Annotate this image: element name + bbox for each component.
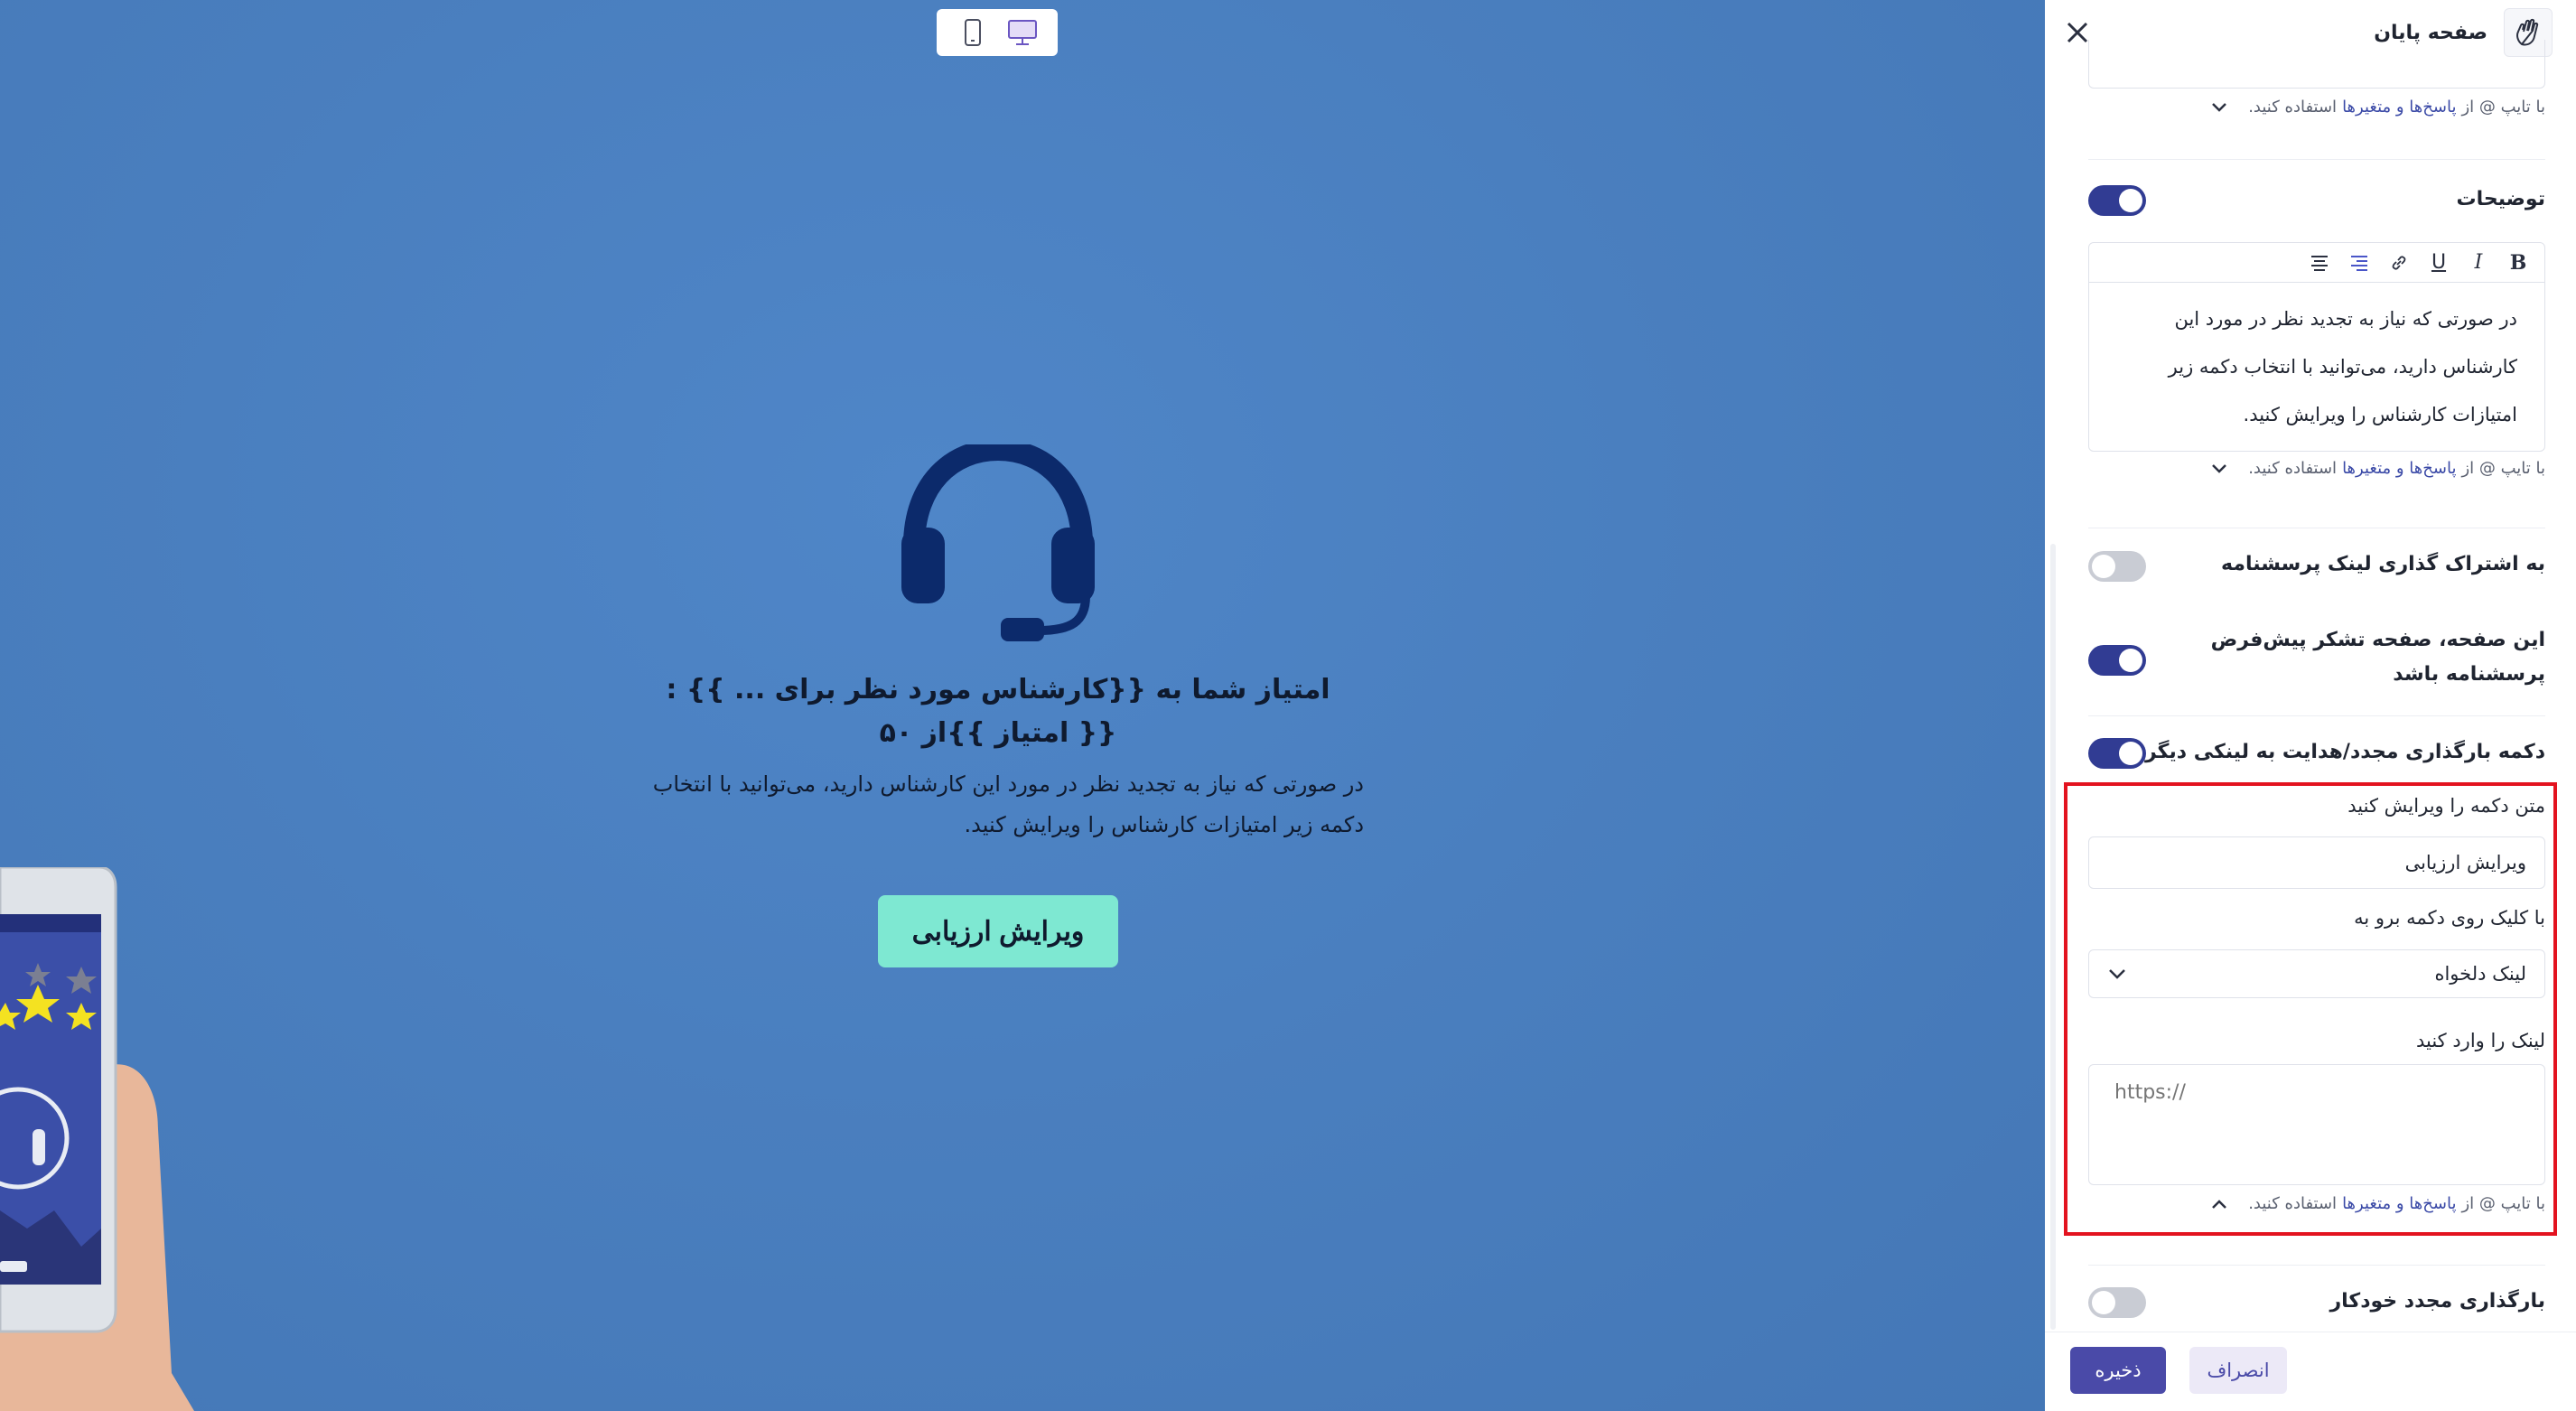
chevron-up-icon[interactable] [2210,1198,2228,1210]
underline-button[interactable]: U [2422,248,2456,278]
edit-evaluation-button[interactable]: ویرایش ارزیابی [878,895,1118,967]
preview-description: در صورتی که نیاز به تجدید نظر در مورد ای… [652,771,1364,837]
button-text-input[interactable] [2088,836,2545,889]
phone-in-hand-illustration [0,867,194,1411]
variables-link[interactable]: پاسخ‌ها و متغیرها [2342,1194,2456,1213]
button-text-label: متن دکمه را ویرایش کنید [2347,795,2545,817]
description-line: در صورتی که نیاز به تجدید نظر در مورد ای… [2174,308,2517,330]
hint-suffix: استفاده کنید. [2248,98,2338,117]
close-icon [2067,22,2088,43]
description-toggle[interactable] [2088,185,2146,216]
description-text-area[interactable]: در صورتی که نیاز به تجدید نظر در مورد ای… [2089,283,2544,439]
divider [2088,159,2545,160]
reload-button-toggle[interactable] [2088,738,2146,769]
auto-reload-toggle[interactable] [2088,1287,2146,1318]
cancel-button[interactable]: انصراف [2189,1347,2287,1394]
variables-hint: با تایپ @ از پاسخ‌ها و متغیرها استفاده ک… [2088,1194,2545,1213]
toggle-knob [2119,742,2142,765]
end-page-settings-panel: صفحه پایان با تایپ @ از پاسخ‌ها و متغیره… [2045,0,2576,1411]
link-label: لینک را وارد کنید [2415,1030,2545,1051]
default-thanks-label: این صفحه، صفحه تشکر پیش‌فرض پرسشنامه باش… [2211,623,2545,692]
scrollbar[interactable] [2050,544,2056,1330]
default-thanks-toggle[interactable] [2088,645,2146,676]
action-select-value: لینک دلخواه [2434,963,2526,985]
variables-hint: با تایپ @ از پاسخ‌ها و متغیرها استفاده ک… [2088,459,2545,478]
toggle-knob [2119,189,2142,212]
variables-hint: با تایپ @ از پاسخ‌ها و متغیرها استفاده ک… [2088,98,2545,117]
divider [2088,715,2545,716]
bold-button[interactable]: B [2501,248,2535,278]
chevron-down-icon[interactable] [2210,101,2228,114]
auto-reload-label: بارگذاری مجدد خودکار [2329,1290,2545,1313]
action-select[interactable]: لینک دلخواه [2088,949,2545,998]
italic-button[interactable]: I [2461,248,2496,278]
share-link-label: به اشتراک گذاری لینک پرسشنامه [2221,553,2545,575]
link-button[interactable] [2382,248,2416,278]
hint-prefix: با تایپ @ از [2461,98,2545,117]
chevron-down-icon [2109,969,2125,979]
toggle-knob [2092,555,2115,578]
share-link-toggle[interactable] [2088,551,2146,582]
editor-toolbar: B I U [2089,243,2544,283]
default-thanks-label-line2: پرسشنامه باشد [2393,663,2545,686]
title-field[interactable] [2088,40,2545,89]
save-button[interactable]: ذخیره [2070,1347,2166,1394]
desktop-view-button[interactable] [1003,14,1042,51]
default-thanks-label-line1: این صفحه، صفحه تشکر پیش‌فرض [2210,629,2545,651]
preview-title-line2: {{ امتیاز }}از ۵۰ [879,717,1117,749]
hint-prefix: با تایپ @ از [2461,459,2545,478]
link-input[interactable] [2088,1064,2545,1185]
preview-title: امتیاز شما به {{کارشناس مورد نظر برای ..… [578,668,1418,755]
description-editor: B I U در صورتی که نیاز به تجدید نظر در م… [2088,242,2545,452]
description-line: امتیازات کارشناس را ویرایش کنید. [2243,404,2517,425]
align-center-icon [2311,255,2328,271]
headset-icon [901,444,1095,641]
toggle-knob [2119,649,2142,672]
variables-link[interactable]: پاسخ‌ها و متغیرها [2342,459,2456,478]
toggle-knob [2092,1291,2115,1314]
hint-suffix: استفاده کنید. [2248,1194,2338,1213]
description-line: کارشناس دارید، می‌توانید با انتخاب دکمه … [2168,356,2517,378]
preview-title-line1: امتیاز شما به {{کارشناس مورد نظر برای ..… [666,674,1330,706]
action-label: با کلیک روی دکمه برو به [2354,907,2545,929]
mobile-view-button[interactable] [953,14,993,51]
align-right-button[interactable] [2342,248,2376,278]
link-icon [2392,255,2406,270]
divider [2088,1265,2545,1266]
hint-prefix: با تایپ @ از [2461,1194,2545,1213]
form-preview: امتیاز شما به {{کارشناس مورد نظر برای ..… [0,0,2045,1411]
device-toggle [937,9,1058,56]
mobile-icon [964,19,981,46]
align-right-icon [2351,255,2367,271]
reload-button-label: دکمه بارگذاری مجدد/هدایت به لینکی دیگر [2145,741,2545,763]
align-center-button[interactable] [2302,248,2337,278]
variables-link[interactable]: پاسخ‌ها و متغیرها [2342,98,2456,117]
desktop-icon [1007,20,1037,45]
hint-suffix: استفاده کنید. [2248,459,2338,478]
chevron-down-icon[interactable] [2210,463,2228,475]
panel-footer: انصراف ذخیره [2045,1332,2576,1411]
description-label: توضیحات [2456,188,2545,210]
